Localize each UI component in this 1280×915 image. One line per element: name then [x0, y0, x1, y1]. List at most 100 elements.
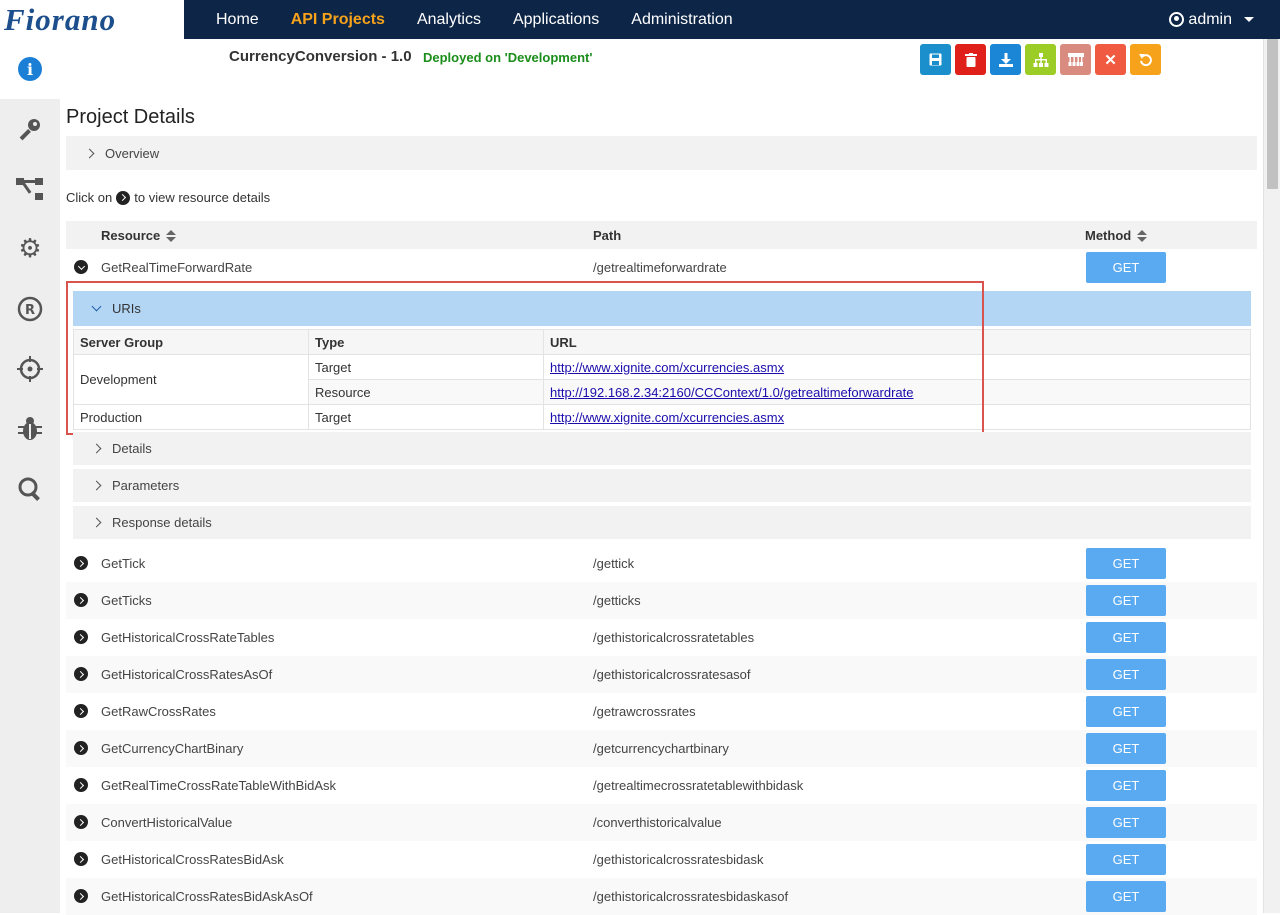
expand-circle-icon[interactable]	[74, 704, 88, 718]
user-icon	[1169, 12, 1185, 27]
scroll-thumb[interactable]	[1267, 39, 1278, 189]
resource-row[interactable]: GetTick/gettick GET	[66, 545, 1257, 582]
url-link[interactable]: http://www.xignite.com/xcurrencies.asmx	[550, 410, 784, 425]
nav-home[interactable]: Home	[200, 11, 275, 29]
resource-row-expanded[interactable]: GetRealTimeForwardRate /getrealtimeforwa…	[66, 249, 1257, 286]
resource-name: GetHistoricalCrossRatesAsOf	[101, 667, 273, 682]
undo-button[interactable]	[1130, 44, 1161, 75]
method-get-button[interactable]: GET	[1086, 252, 1166, 283]
uris-section-header[interactable]: URIs	[73, 291, 1251, 326]
method-get-button[interactable]: GET	[1086, 696, 1166, 727]
method-get-button[interactable]: GET	[1086, 659, 1166, 690]
column-resource-label: Resource	[101, 228, 161, 243]
resource-row[interactable]: GetRawCrossRates/getrawcrossrates GET	[66, 693, 1257, 730]
sidebar-item-info[interactable]: i	[0, 39, 60, 99]
method-get-button[interactable]: GET	[1086, 770, 1166, 801]
expand-circle-icon[interactable]	[74, 815, 88, 829]
nav-applications[interactable]: Applications	[497, 11, 615, 29]
method-get-button[interactable]: GET	[1086, 622, 1166, 653]
sidebar-item-search[interactable]	[0, 459, 60, 519]
type-cell: Target	[308, 354, 544, 380]
expand-circle-icon[interactable]	[74, 741, 88, 755]
method-get-button[interactable]: GET	[1086, 548, 1166, 579]
sidebar-item-debug[interactable]	[0, 399, 60, 459]
resource-name: ConvertHistoricalValue	[101, 815, 233, 830]
method-get-button[interactable]: GET	[1086, 807, 1166, 838]
nav-analytics[interactable]: Analytics	[401, 11, 497, 29]
chevron-right-icon	[91, 480, 102, 491]
project-toolbar: ✕	[920, 44, 1161, 75]
resource-row[interactable]: GetHistoricalCrossRatesAsOf/gethistorica…	[66, 656, 1257, 693]
expand-circle-icon[interactable]	[74, 852, 88, 866]
close-button[interactable]: ✕	[1095, 44, 1126, 75]
resource-path: /getrealtimecrossratetablewithbidask	[593, 778, 804, 793]
hint-text-after: to view resource details	[134, 190, 271, 205]
resource-name: GetHistoricalCrossRatesBidAsk	[101, 852, 284, 867]
resource-row[interactable]: GetHistoricalCrossRateTables/gethistoric…	[66, 619, 1257, 656]
fiorano-logo[interactable]: Fiorano	[0, 0, 184, 39]
delete-button[interactable]	[955, 44, 986, 75]
response-details-label: Response details	[112, 515, 212, 530]
uris-label: URIs	[112, 301, 141, 316]
response-details-section[interactable]: Response details	[73, 506, 1251, 539]
parameters-section[interactable]: Parameters	[73, 469, 1251, 502]
sidebar-item-settings[interactable]: ⚙	[0, 219, 60, 279]
column-server-group: Server Group	[73, 329, 309, 355]
resource-path: /converthistoricalvalue	[593, 815, 722, 830]
expand-circle-icon[interactable]	[74, 778, 88, 792]
resource-row[interactable]: GetTicks/getticks GET	[66, 582, 1257, 619]
url-cell: http://192.168.2.34:2160/CCContext/1.0/g…	[543, 379, 1251, 405]
resource-row[interactable]: GetRealTimeCrossRateTableWithBidAsk/getr…	[66, 767, 1257, 804]
collapse-circle-icon[interactable]	[74, 260, 88, 274]
method-get-button[interactable]: GET	[1086, 844, 1166, 875]
resource-row[interactable]: GetCurrencyChartBinary/getcurrencychartb…	[66, 730, 1257, 767]
nav-api-projects[interactable]: API Projects	[275, 11, 401, 29]
deploy-button[interactable]	[1060, 44, 1091, 75]
expand-circle-icon[interactable]	[74, 593, 88, 607]
user-menu[interactable]: admin	[1169, 0, 1254, 39]
sitemap-icon	[1033, 52, 1048, 67]
sidebar-item-target[interactable]	[0, 339, 60, 399]
expand-circle-icon[interactable]	[74, 630, 88, 644]
sort-icon	[1137, 229, 1148, 242]
download-button[interactable]	[990, 44, 1021, 75]
column-method[interactable]: Method	[1085, 228, 1148, 243]
server-group-cell: Production	[73, 404, 309, 430]
type-cell: Resource	[308, 379, 544, 405]
nav-administration[interactable]: Administration	[615, 11, 748, 29]
chevron-down-icon	[1244, 17, 1254, 22]
resource-row[interactable]: GetHistoricalCrossRatesBidAskAsOf/gethis…	[66, 878, 1257, 915]
column-resource[interactable]: Resource	[101, 228, 177, 243]
column-type: Type	[308, 329, 544, 355]
overview-label: Overview	[105, 145, 160, 161]
column-path-label: Path	[593, 228, 622, 243]
resource-row[interactable]: ConvertHistoricalValue/converthistorical…	[66, 804, 1257, 841]
type-cell: Target	[308, 404, 544, 430]
crosshair-icon	[17, 356, 43, 382]
details-section[interactable]: Details	[73, 432, 1251, 465]
expand-circle-icon[interactable]	[74, 556, 88, 570]
hierarchy-button[interactable]	[1025, 44, 1056, 75]
sidebar-item-keys[interactable]	[0, 99, 60, 159]
resource-name: GetCurrencyChartBinary	[101, 741, 244, 756]
method-get-button[interactable]: GET	[1086, 881, 1166, 912]
save-button[interactable]	[920, 44, 951, 75]
sidebar-item-registry[interactable]: R	[0, 279, 60, 339]
method-get-button[interactable]: GET	[1086, 585, 1166, 616]
expand-circle-icon[interactable]	[74, 667, 88, 681]
expand-circle-icon[interactable]	[74, 889, 88, 903]
resource-path: /gethistoricalcrossratesbidask	[593, 852, 764, 867]
server-group-cell: Development	[73, 354, 309, 405]
hint-text-before: Click on	[66, 190, 113, 205]
page-title: Project Details	[66, 106, 195, 128]
url-link[interactable]: http://192.168.2.34:2160/CCContext/1.0/g…	[550, 385, 914, 400]
sidebar-item-flow[interactable]	[0, 159, 60, 219]
chevron-right-icon	[91, 517, 102, 528]
overview-section[interactable]: Overview	[66, 136, 1257, 170]
url-link[interactable]: http://www.xignite.com/xcurrencies.asmx	[550, 360, 784, 375]
resource-row[interactable]: GetHistoricalCrossRatesBidAsk/gethistori…	[66, 841, 1257, 878]
method-get-button[interactable]: GET	[1086, 733, 1166, 764]
vertical-scrollbar[interactable]	[1263, 39, 1280, 913]
top-navbar: Fiorano Home API Projects Analytics Appl…	[0, 0, 1280, 39]
key-icon	[19, 119, 40, 141]
